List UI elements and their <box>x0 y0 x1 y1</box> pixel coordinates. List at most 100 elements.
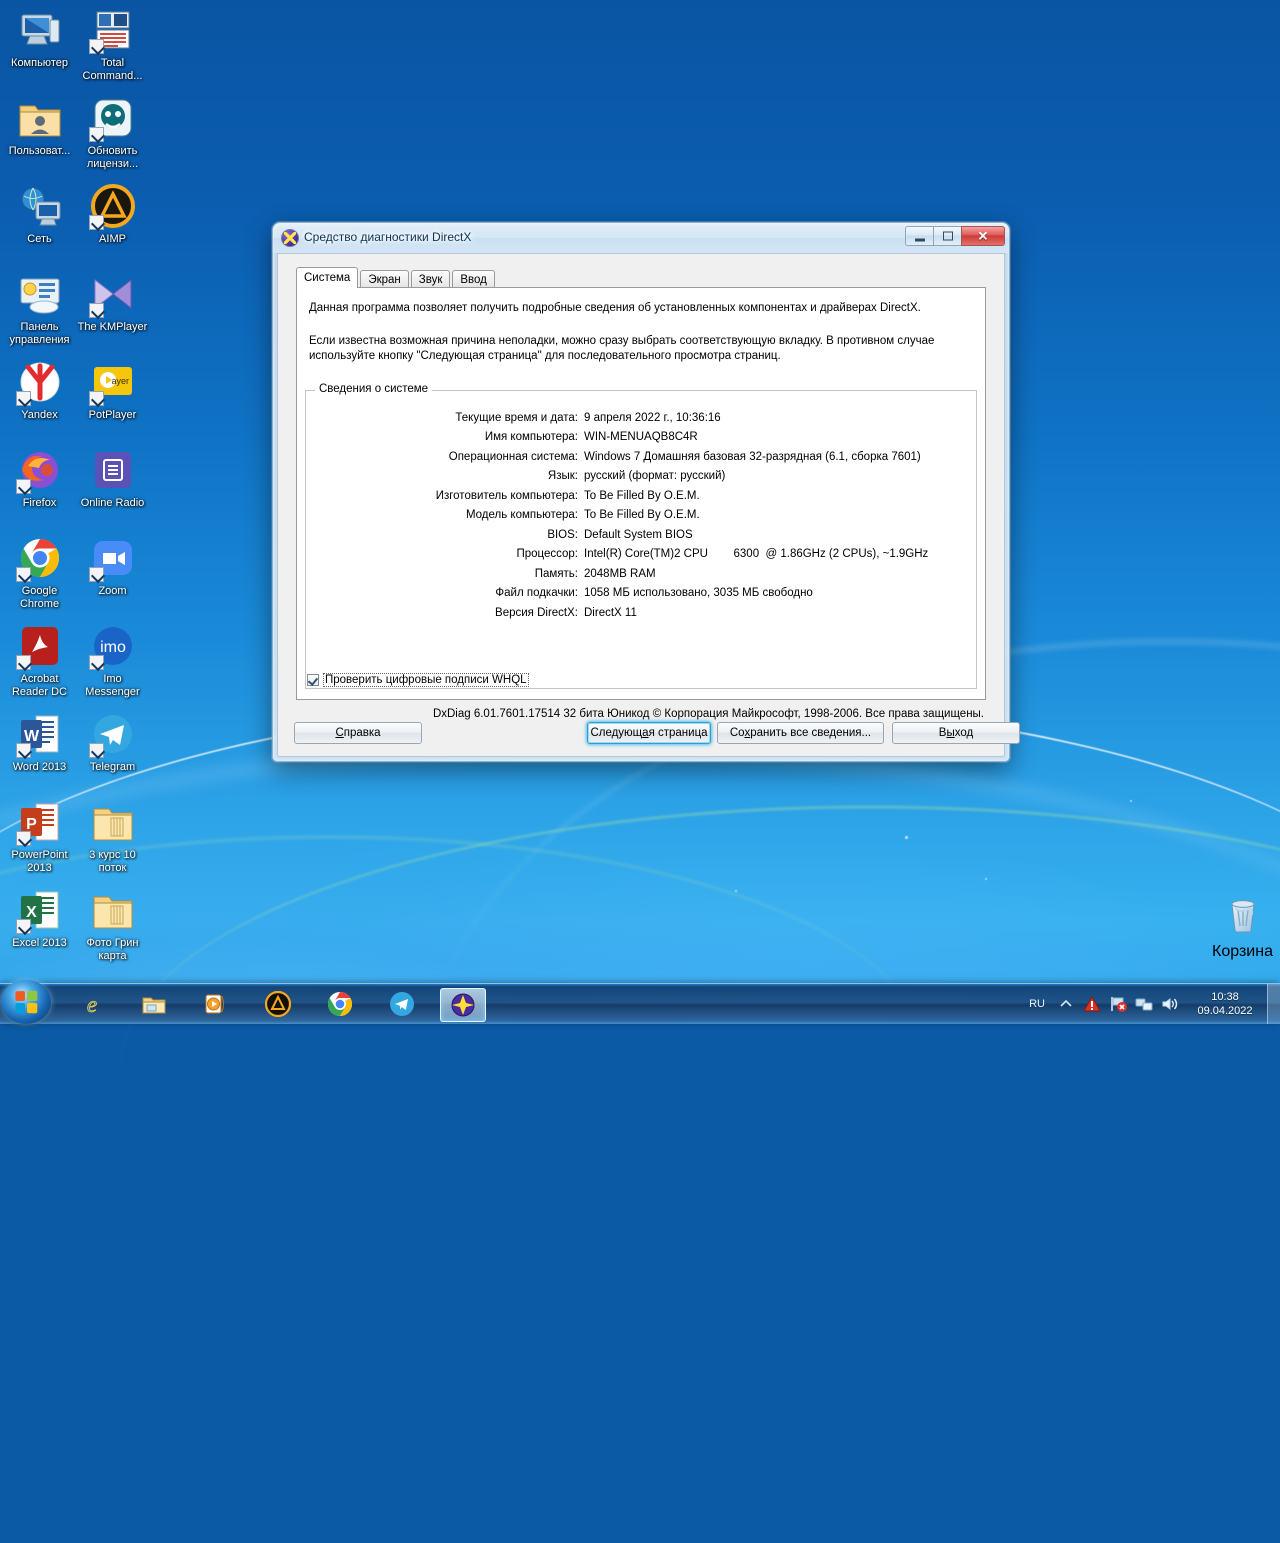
volume-icon[interactable] <box>1160 994 1180 1014</box>
system-info-row: Имя компьютера: WIN-MENUAQB8C4R <box>306 428 976 448</box>
copyright-text: DxDiag 6.01.7601.17514 32 бита Юникод © … <box>432 708 984 720</box>
desktop-icon-label: PotPlayer <box>88 409 137 421</box>
language-indicator[interactable]: RU <box>1029 998 1045 1010</box>
taskbar-item-telegram[interactable] <box>380 988 424 1020</box>
taskbar-clock[interactable]: 10:38 09.04.2022 <box>1187 990 1263 1018</box>
desktop-icon[interactable]: 3 курс 10 поток <box>75 798 150 874</box>
minimize-icon <box>914 238 925 242</box>
taskbar-item-media-player[interactable] <box>194 988 238 1020</box>
system-info-key: Версия DirectX: <box>495 606 578 619</box>
clock-time: 10:38 <box>1211 991 1239 1003</box>
aimp-icon <box>88 182 137 230</box>
next-page-button[interactable]: Следующая страница <box>587 722 711 744</box>
show-hidden-icons-chevron[interactable] <box>1056 994 1076 1014</box>
desktop-icon-label: Word 2013 <box>12 761 67 773</box>
user-folder-icon <box>16 94 64 142</box>
system-info-key: Память: <box>534 567 578 580</box>
whql-checkbox-row[interactable]: Проверить цифровые подписи WHQL <box>307 673 529 687</box>
desktop-icon[interactable]: Total Command... <box>75 6 150 82</box>
show-desktop-button[interactable] <box>1267 984 1280 1024</box>
desktop-icon[interactable]: X Excel 2013 <box>2 886 77 950</box>
desktop-icon[interactable]: imo Imo Messenger <box>75 622 150 698</box>
desktop-icon[interactable]: Сеть <box>2 182 77 246</box>
word-icon: W <box>15 710 64 758</box>
tab-3[interactable]: Ввод <box>452 270 495 288</box>
tab-1[interactable]: Экран <box>360 270 409 288</box>
taskbar-item-internet-explorer[interactable]: e <box>70 988 114 1020</box>
powerpoint-icon: P <box>15 798 64 846</box>
chrome-icon <box>327 991 353 1017</box>
wallpaper-arc-faint <box>420 640 1280 1543</box>
svg-text:e: e <box>87 992 97 1017</box>
exit-button[interactable]: Выход <box>892 722 1020 744</box>
desktop-icon[interactable]: P PowerPoint 2013 <box>2 798 77 874</box>
system-info-value: Windows 7 Домашняя базовая 32-разрядная … <box>584 450 921 463</box>
desktop-icon[interactable]: Online Radio <box>75 446 150 510</box>
desktop-icon[interactable]: The KMPlayer <box>75 270 150 334</box>
desktop-icon-recycle-bin[interactable]: Корзина <box>1205 890 1280 961</box>
potplayer-icon: ayer <box>88 358 137 406</box>
desktop-icon[interactable]: Обновить лицензи... <box>75 94 150 170</box>
taskbar-item-dxdiag[interactable] <box>440 988 486 1022</box>
desktop-icon-label: Корзина <box>1212 943 1273 960</box>
desktop-icon[interactable]: Google Chrome <box>2 534 77 610</box>
desktop-icon[interactable]: Фото Грин карта <box>75 886 150 962</box>
desktop-icon-label: The KMPlayer <box>77 321 148 333</box>
system-info-value: 2048MB RAM <box>584 567 656 580</box>
desktop-icon-label: Google Chrome <box>19 585 60 610</box>
action-center-warning-icon[interactable] <box>1082 994 1102 1014</box>
save-all-info-button[interactable]: Сохранить все сведения... <box>717 722 884 744</box>
desktop-icon-label: Пользоват... <box>8 145 71 157</box>
shortcut-arrow-icon <box>88 127 104 142</box>
desktop-icon[interactable]: Firefox <box>2 446 77 510</box>
directx-icon <box>282 230 298 246</box>
taskbar-item-explorer[interactable] <box>132 988 176 1020</box>
taskbar-item-chrome[interactable] <box>318 988 362 1020</box>
system-info-group-title: Сведения о системе <box>315 383 433 395</box>
tab-2[interactable]: Звук <box>410 270 451 288</box>
help-button[interactable]: Справка <box>294 722 422 744</box>
desktop-icon[interactable]: Пользоват... <box>2 94 77 158</box>
window-titlebar[interactable]: Средство диагностики DirectX ✕ <box>273 223 1009 253</box>
system-info-key: Модель компьютера: <box>465 509 578 522</box>
shortcut-arrow-icon <box>88 215 104 230</box>
shortcut-arrow-icon <box>88 391 104 406</box>
directx-icon <box>450 992 476 1018</box>
desktop-icon[interactable]: Zoom <box>75 534 150 598</box>
desktop-icon[interactable]: Telegram <box>75 710 150 774</box>
desktop-icon-label: Telegram <box>89 761 136 773</box>
desktop-icon[interactable]: ayer PotPlayer <box>75 358 150 422</box>
system-info-key: Имя компьютера: <box>484 431 578 444</box>
telegram-icon <box>88 710 137 758</box>
desktop-icon[interactable]: AIMP <box>75 182 150 246</box>
desktop-icon[interactable]: W Word 2013 <box>2 710 77 774</box>
system-info-value: To Be Filled By O.E.M. <box>584 509 700 522</box>
system-info-key: Процессор: <box>516 548 578 561</box>
aimp-icon <box>264 990 292 1018</box>
desktop-icon[interactable]: Acrobat Reader DC <box>2 622 77 698</box>
desktop-icon[interactable]: Компьютер <box>2 6 77 70</box>
total-commander-icon <box>88 6 137 54</box>
network-flag-error-icon[interactable] <box>1108 994 1128 1014</box>
close-button[interactable]: ✕ <box>961 226 1005 246</box>
svg-text:imo: imo <box>100 639 126 656</box>
whql-checkbox[interactable] <box>307 674 319 686</box>
window-controls: ✕ <box>905 226 1005 246</box>
start-button[interactable] <box>1 980 51 1024</box>
desktop-icon[interactable]: Yandex <box>2 358 77 422</box>
desktop-icon[interactable]: Панель управления <box>2 270 77 346</box>
taskbar-item-aimp[interactable] <box>256 988 300 1020</box>
desktop-icon-label: AIMP <box>99 233 126 245</box>
minimize-button[interactable] <box>905 226 933 246</box>
maximize-button[interactable] <box>933 226 961 246</box>
license-update-icon <box>88 94 137 142</box>
internet-explorer-icon: e <box>79 991 105 1018</box>
tab-0[interactable]: Система <box>296 267 359 288</box>
network-icon[interactable] <box>1134 994 1154 1014</box>
desktop-icon-label: Total Command... <box>82 57 143 82</box>
system-info-value: русский (формат: русский) <box>584 470 726 483</box>
maximize-icon <box>942 231 953 241</box>
folder-icon <box>89 798 137 846</box>
computer-icon <box>16 6 64 54</box>
wallpaper-arc-green <box>120 806 1280 1328</box>
